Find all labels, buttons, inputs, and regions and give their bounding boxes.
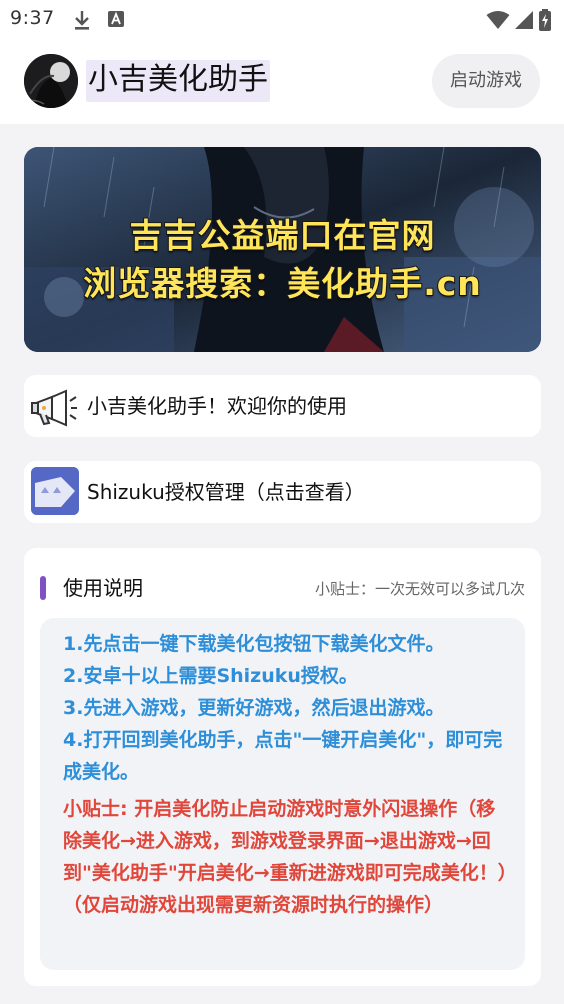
shizuku-text: Shizuku授权管理（点击查看） [87,480,365,504]
main-content: 吉吉公益端口在官网 浏览器搜索：美化助手.cn 小吉美化助手！欢迎你的使用 Sh… [0,124,564,1004]
shizuku-card[interactable]: Shizuku授权管理（点击查看） [24,461,541,523]
step-item: 3.先进入游戏，更新好游戏，然后退出游戏。 [63,697,445,719]
status-time: 9:37 [10,7,55,29]
battery-icon [538,9,552,35]
instructions-tip: 小贴士：一次无效可以多试几次 [314,580,525,598]
app-notification-icon [108,11,124,31]
megaphone-icon [30,389,78,429]
instructions-warning: 小贴士: 开启美化防止启动游戏时意外闪退操作（移除美化→进入游戏，到游戏登录界面… [63,798,508,916]
welcome-text: 小吉美化助手！欢迎你的使用 [87,394,347,418]
app-title: 小吉美化助手 [86,60,270,102]
signal-icon [514,10,534,34]
section-accent-bar [40,576,46,600]
avatar [24,54,78,108]
instructions-box: 1.先点击一键下载美化包按钮下载美化文件。 2.安卓十以上需要Shizuku授权… [40,618,525,970]
shizuku-icon [31,467,79,515]
banner-line1: 吉吉公益端口在官网 [129,215,436,256]
instructions-steps: 1.先点击一键下载美化包按钮下载美化文件。 2.安卓十以上需要Shizuku授权… [63,628,513,788]
status-icons [486,9,552,35]
step-item: 2.安卓十以上需要Shizuku授权。 [63,665,358,687]
instructions-card: 使用说明 小贴士：一次无效可以多试几次 1.先点击一键下载美化包按钮下载美化文件… [24,548,541,986]
app-header: 小吉美化助手 启动游戏 [0,38,564,124]
step-item: 1.先点击一键下载美化包按钮下载美化文件。 [63,633,445,655]
wifi-icon [486,10,510,34]
instructions-title: 使用说明 [63,576,143,600]
status-bar: 9:37 [0,0,564,38]
welcome-card: 小吉美化助手！欢迎你的使用 [24,375,541,437]
banner-line2: 浏览器搜索：美化助手.cn [82,263,482,304]
banner-image[interactable]: 吉吉公益端口在官网 浏览器搜索：美化助手.cn [24,147,541,352]
download-icon [72,9,92,35]
step-item: 4.打开回到美化助手，点击"一键开启美化"，即可完成美化。 [63,729,503,783]
launch-game-button[interactable]: 启动游戏 [432,54,540,108]
